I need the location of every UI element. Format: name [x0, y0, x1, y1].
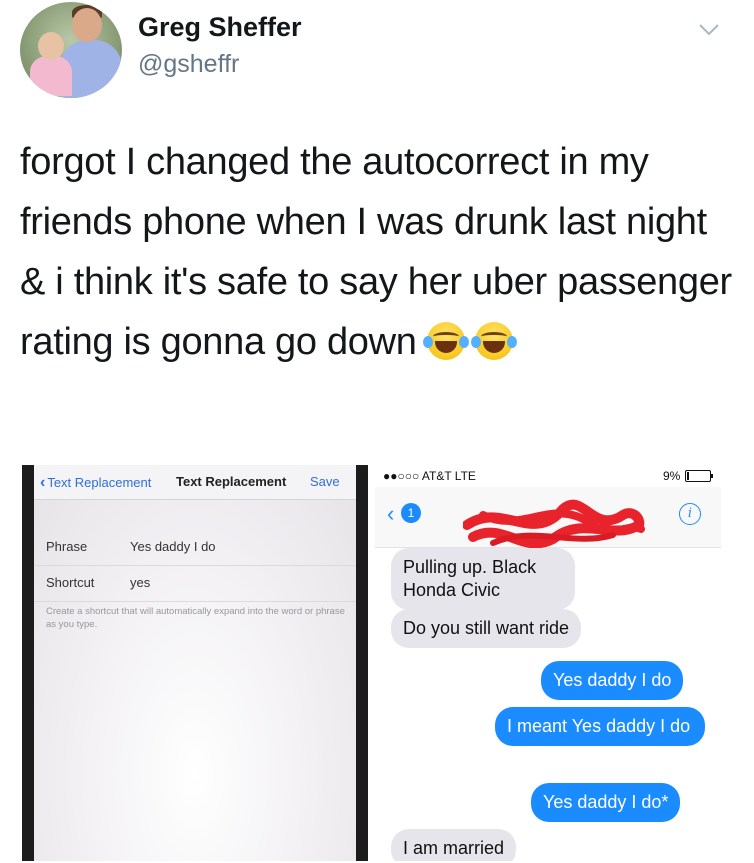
message-bubble[interactable]: I meant Yes daddy I do: [495, 707, 705, 746]
carrier-label: ●●○○○ AT&T LTE: [383, 469, 476, 483]
handle[interactable]: @gsheffr: [138, 50, 239, 79]
display-name[interactable]: Greg Sheffer: [138, 12, 302, 43]
chevron-down-icon[interactable]: [698, 20, 720, 38]
conversation-header: ‹ 1 i: [375, 487, 721, 549]
avatar-figure-head: [72, 8, 102, 42]
status-bar: ●●○○○ AT&T LTE 9%: [375, 465, 721, 487]
battery-icon: [685, 470, 713, 482]
shortcut-label: Shortcut: [46, 575, 95, 590]
redaction-scribble: [463, 499, 645, 549]
laughing-tears-emoji-icon: [471, 322, 518, 360]
save-button[interactable]: Save: [310, 474, 340, 489]
phrase-row[interactable]: Phrase Yes daddy I do: [34, 529, 356, 566]
nav-back-button[interactable]: ‹ Text Replacement: [40, 474, 151, 492]
laughing-tears-emoji-icon: [422, 322, 469, 360]
ios-nav-bar: ‹ Text Replacement Text Replacement Save: [34, 465, 356, 500]
shortcut-row[interactable]: Shortcut yes: [34, 565, 356, 602]
ios-screen: ‹ Text Replacement Text Replacement Save …: [34, 465, 356, 861]
shortcut-field[interactable]: yes: [130, 575, 150, 590]
nav-title: Text Replacement: [176, 474, 287, 489]
avatar-child-head: [38, 32, 64, 60]
message-bubble[interactable]: Yes daddy I do: [541, 661, 684, 700]
avatar-child: [30, 56, 72, 96]
tweet-body: forgot I changed the autocorrect in my f…: [20, 141, 732, 363]
message-bubble[interactable]: Yes daddy I do*: [531, 783, 681, 822]
phrase-label: Phrase: [46, 539, 88, 554]
info-icon[interactable]: i: [679, 503, 701, 525]
chevron-left-icon: ‹: [40, 474, 46, 491]
text-replacement-screenshot: ‹ Text Replacement Text Replacement Save …: [22, 465, 368, 861]
imessage-screenshot: ●●○○○ AT&T LTE 9% ‹ 1 i Pulling up. Blac…: [375, 465, 721, 861]
phrase-field[interactable]: Yes daddy I do: [130, 539, 216, 554]
hint-text: Create a shortcut that will automaticall…: [46, 606, 345, 630]
battery-label: 9%: [663, 469, 681, 483]
message-bubble[interactable]: Do you still want ride: [391, 609, 582, 648]
unread-badge[interactable]: 1: [401, 503, 421, 523]
back-chevron-icon[interactable]: ‹: [387, 501, 394, 527]
nav-back-label: Text Replacement: [47, 475, 152, 490]
message-bubble[interactable]: I am married: [391, 829, 517, 861]
message-bubble[interactable]: Pulling up. Black Honda Civic: [391, 548, 575, 610]
tweet-text: forgot I changed the autocorrect in my f…: [20, 132, 736, 372]
avatar[interactable]: [20, 2, 122, 98]
